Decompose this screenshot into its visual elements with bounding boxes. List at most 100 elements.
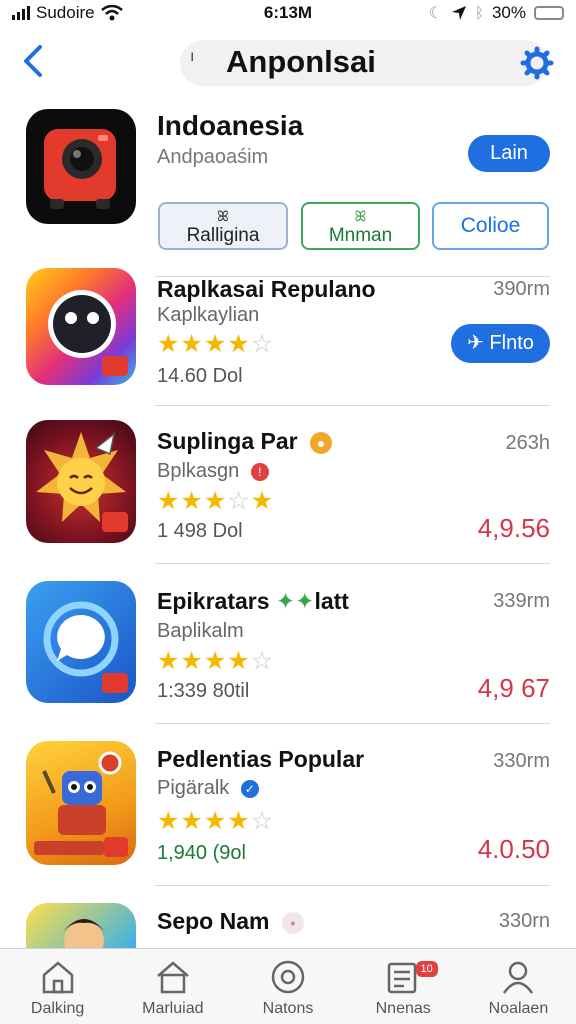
- status-time: 6:13M: [263, 3, 313, 22]
- gear-icon[interactable]: [520, 46, 554, 80]
- nav-bar: ı Anponlsai: [0, 36, 576, 90]
- divider: [155, 723, 550, 724]
- divider: [155, 563, 550, 564]
- green-stars-icon: ✦✦: [275, 588, 315, 614]
- app-name-text: Epikratars: [157, 588, 270, 614]
- tab-label: Natons: [262, 1000, 314, 1017]
- app-icon-pedlentias[interactable]: [26, 741, 136, 865]
- tab-label: Dalking: [30, 1000, 85, 1017]
- star-filled-icon: ★: [180, 330, 204, 358]
- tab-natons[interactable]: Natons: [230, 949, 345, 1024]
- star-rating: ★★★★☆: [157, 330, 274, 358]
- divider: [155, 405, 550, 406]
- coin-icon: ●: [309, 431, 332, 454]
- app-review-count: 1 498 Dol: [157, 520, 243, 542]
- tab-marluiad[interactable]: Marluiad: [115, 949, 230, 1024]
- person-icon: [503, 961, 534, 994]
- tab-label: Noalaen: [488, 1000, 549, 1017]
- app-name: Epikratars ✦✦latt: [157, 588, 349, 615]
- chip-label: Ralligina: [186, 225, 260, 246]
- plane-icon: ✈: [467, 332, 484, 354]
- app-size: 339rm: [493, 590, 550, 612]
- featured-app-name: Indoanesia: [157, 110, 304, 141]
- star-rating: ★★★★☆: [157, 647, 274, 675]
- app-icon-suplinga[interactable]: [26, 420, 136, 543]
- disc-icon: [271, 960, 305, 994]
- star-empty-icon: ☆: [227, 487, 251, 515]
- app-name: Sepo Nam •: [157, 908, 304, 935]
- alert-icon: !: [250, 462, 269, 481]
- house-icon: [156, 961, 189, 994]
- star-empty-icon: ☆: [250, 807, 275, 835]
- featured-app-icon[interactable]: [26, 109, 136, 224]
- divider: [155, 885, 550, 886]
- chip-mnman[interactable]: ꕤ Mnman: [301, 202, 420, 250]
- app-size: 263h: [505, 432, 551, 454]
- app-size: 330rm: [493, 750, 550, 772]
- tab-dalking[interactable]: Dalking: [0, 949, 115, 1024]
- app-price: 4,9 67: [477, 673, 550, 703]
- tab-bar: Dalking Marluiad Natons 10 Nnenas Noalae…: [0, 948, 576, 1024]
- location-arrow-icon: [451, 6, 466, 20]
- chip-colioe[interactable]: Colioe: [432, 202, 549, 250]
- app-price: 4.0.50: [477, 834, 550, 864]
- app-name: Pedlentias Popular: [157, 746, 365, 772]
- star-filled-icon: ★: [227, 807, 251, 835]
- app-subtitle: Baplikalm: [157, 620, 244, 642]
- star-filled-icon: ★: [157, 330, 181, 358]
- app-subtitle-text: Bplkasgn: [157, 460, 240, 482]
- chip-label: Mnman: [328, 225, 393, 246]
- app-icon-sepo[interactable]: [26, 903, 136, 948]
- status-left: Sudoire: [12, 3, 202, 23]
- app-size: 330rn: [498, 910, 550, 932]
- star-empty-icon: ☆: [250, 647, 275, 675]
- app-review-count: 1,940 (9ol: [157, 842, 246, 864]
- app-review-count: 1:339 80til: [157, 680, 250, 702]
- app-icon-epikratars[interactable]: [26, 581, 136, 703]
- star-filled-icon: ★: [227, 647, 251, 675]
- battery-icon: [534, 6, 564, 20]
- signal-icon: [12, 6, 30, 20]
- star-filled-icon: ★: [203, 487, 228, 515]
- app-subtitle: Bplkasgn !: [157, 460, 269, 483]
- moon-icon: ☾: [428, 5, 443, 22]
- app-name-suffix: latt: [314, 588, 349, 614]
- open-button-label: Flnto: [489, 332, 534, 354]
- star-filled-icon: ★: [180, 487, 204, 515]
- chat-bubble-icon: [43, 601, 128, 693]
- star-filled-icon: ★: [227, 330, 251, 358]
- back-chevron-icon[interactable]: [18, 44, 52, 78]
- app-size: 390rm: [493, 278, 550, 300]
- app-price: 4,9.56: [477, 513, 550, 543]
- notification-badge: 10: [415, 961, 438, 977]
- face-icon: [48, 290, 128, 376]
- open-button[interactable]: ✈ Flnto: [451, 324, 550, 363]
- app-icon-raplkasai[interactable]: [26, 268, 136, 385]
- star-filled-icon: ★: [250, 487, 275, 515]
- star-empty-icon: ☆: [250, 330, 275, 358]
- person-character-icon: [62, 919, 106, 948]
- app-name: Raplkasai Repulano: [157, 276, 376, 302]
- star-filled-icon: ★: [157, 487, 181, 515]
- star-filled-icon: ★: [180, 807, 204, 835]
- app-subtitle-text: Pigäralk: [157, 777, 230, 799]
- bluetooth-icon: ᛒ: [474, 4, 484, 22]
- tab-nnenas[interactable]: 10 Nnenas: [346, 949, 461, 1024]
- app-review-count: 14.60 Dol: [157, 365, 243, 387]
- chip-ralligina[interactable]: ꕤ Ralligina: [158, 202, 288, 250]
- tab-label: Nnenas: [375, 1000, 431, 1017]
- get-button[interactable]: Lain: [468, 135, 550, 172]
- camera-icon: [44, 129, 116, 209]
- star-rating: ★★★☆★: [157, 487, 274, 515]
- app-name: Suplinga Par ●: [157, 428, 332, 455]
- sun-character-icon: [36, 432, 128, 532]
- carrier-name: Sudoire: [36, 3, 95, 22]
- status-right: ☾ ᛒ 30%: [374, 3, 564, 23]
- verified-icon: ✓: [240, 779, 259, 798]
- star-filled-icon: ★: [157, 807, 181, 835]
- app-subtitle: Pigäralk ✓: [157, 777, 259, 800]
- robot-character-icon: [34, 751, 128, 857]
- tab-noalaen[interactable]: Noalaen: [461, 949, 576, 1024]
- home-icon: [42, 961, 73, 994]
- status-bar: Sudoire 6:13M ☾ ᛒ 30%: [0, 0, 576, 26]
